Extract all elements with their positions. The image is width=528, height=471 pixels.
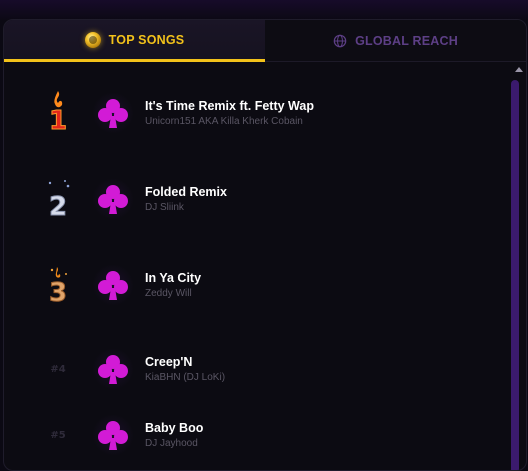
- song-artist: Zeddy Will: [145, 287, 192, 299]
- song-artwork: [92, 414, 134, 456]
- song-title: In Ya City: [145, 270, 202, 285]
- song-row[interactable]: 1 1 It's Time Remix ft. Fetty Wap Unicor…: [4, 83, 510, 143]
- top-songs-panel: TOP SONGS GLOBAL REACH 1 1: [3, 19, 527, 471]
- fire-medal-1: 1: [48, 91, 68, 137]
- rank-badge: #4: [38, 345, 78, 393]
- svg-text:1: 1: [49, 106, 67, 136]
- song-artist: Unicorn151 AKA Killa Kherk Cobain: [145, 115, 303, 127]
- tab-global-reach-label: GLOBAL REACH: [355, 33, 458, 48]
- club-icon: [98, 99, 128, 128]
- song-artwork: [92, 178, 134, 220]
- song-title: It's Time Remix ft. Fetty Wap: [145, 98, 314, 113]
- song-row[interactable]: #4 Creep'N KiaBHN (DJ LoKi): [4, 339, 510, 399]
- rank-badge: 3 3: [38, 261, 78, 309]
- scrollbar-thumb[interactable]: [511, 80, 519, 470]
- song-artwork: [92, 264, 134, 306]
- song-row[interactable]: 2 2 Folded Remix DJ Sliink: [4, 169, 510, 229]
- top-background-strip: [0, 0, 528, 20]
- tab-bar: TOP SONGS GLOBAL REACH: [4, 20, 526, 62]
- globe-icon: [333, 34, 347, 47]
- tab-top-songs[interactable]: TOP SONGS: [4, 20, 265, 62]
- song-title: Creep'N: [145, 354, 193, 369]
- svg-text:2: 2: [49, 192, 67, 222]
- song-title: Baby Boo: [145, 420, 204, 435]
- rank-badge: 1 1: [38, 89, 78, 137]
- silver-medal-2: 2: [48, 180, 70, 223]
- song-artist: KiaBHN (DJ LoKi): [145, 371, 226, 383]
- song-artwork: [92, 92, 134, 134]
- song-row[interactable]: 3 3 In Ya City Zeddy Will: [4, 255, 510, 315]
- song-artist: DJ Sliink: [145, 201, 184, 213]
- scroll-up-arrow-icon[interactable]: [515, 67, 523, 72]
- rank-badge: 2 2: [38, 175, 78, 223]
- bronze-medal-3: 3: [48, 267, 68, 309]
- song-list: 1 1 It's Time Remix ft. Fetty Wap Unicor…: [4, 63, 510, 470]
- song-artist: DJ Jayhood: [145, 437, 198, 449]
- rank-badge: #5: [38, 411, 78, 459]
- tab-global-reach[interactable]: GLOBAL REACH: [265, 20, 526, 62]
- tab-top-songs-label: TOP SONGS: [108, 32, 185, 47]
- svg-text:3: 3: [49, 278, 67, 308]
- club-icon: [98, 355, 128, 384]
- rank-number: #4: [50, 363, 66, 375]
- rank-number: #5: [50, 429, 66, 441]
- club-icon: [98, 421, 128, 450]
- scrollbar-track[interactable]: [511, 78, 519, 470]
- song-artwork: [92, 348, 134, 390]
- song-title: Folded Remix: [145, 184, 227, 199]
- club-icon: [98, 185, 128, 214]
- gold-coin-icon: [84, 31, 101, 48]
- song-row[interactable]: #5 Baby Boo DJ Jayhood: [4, 405, 510, 465]
- club-icon: [98, 271, 128, 300]
